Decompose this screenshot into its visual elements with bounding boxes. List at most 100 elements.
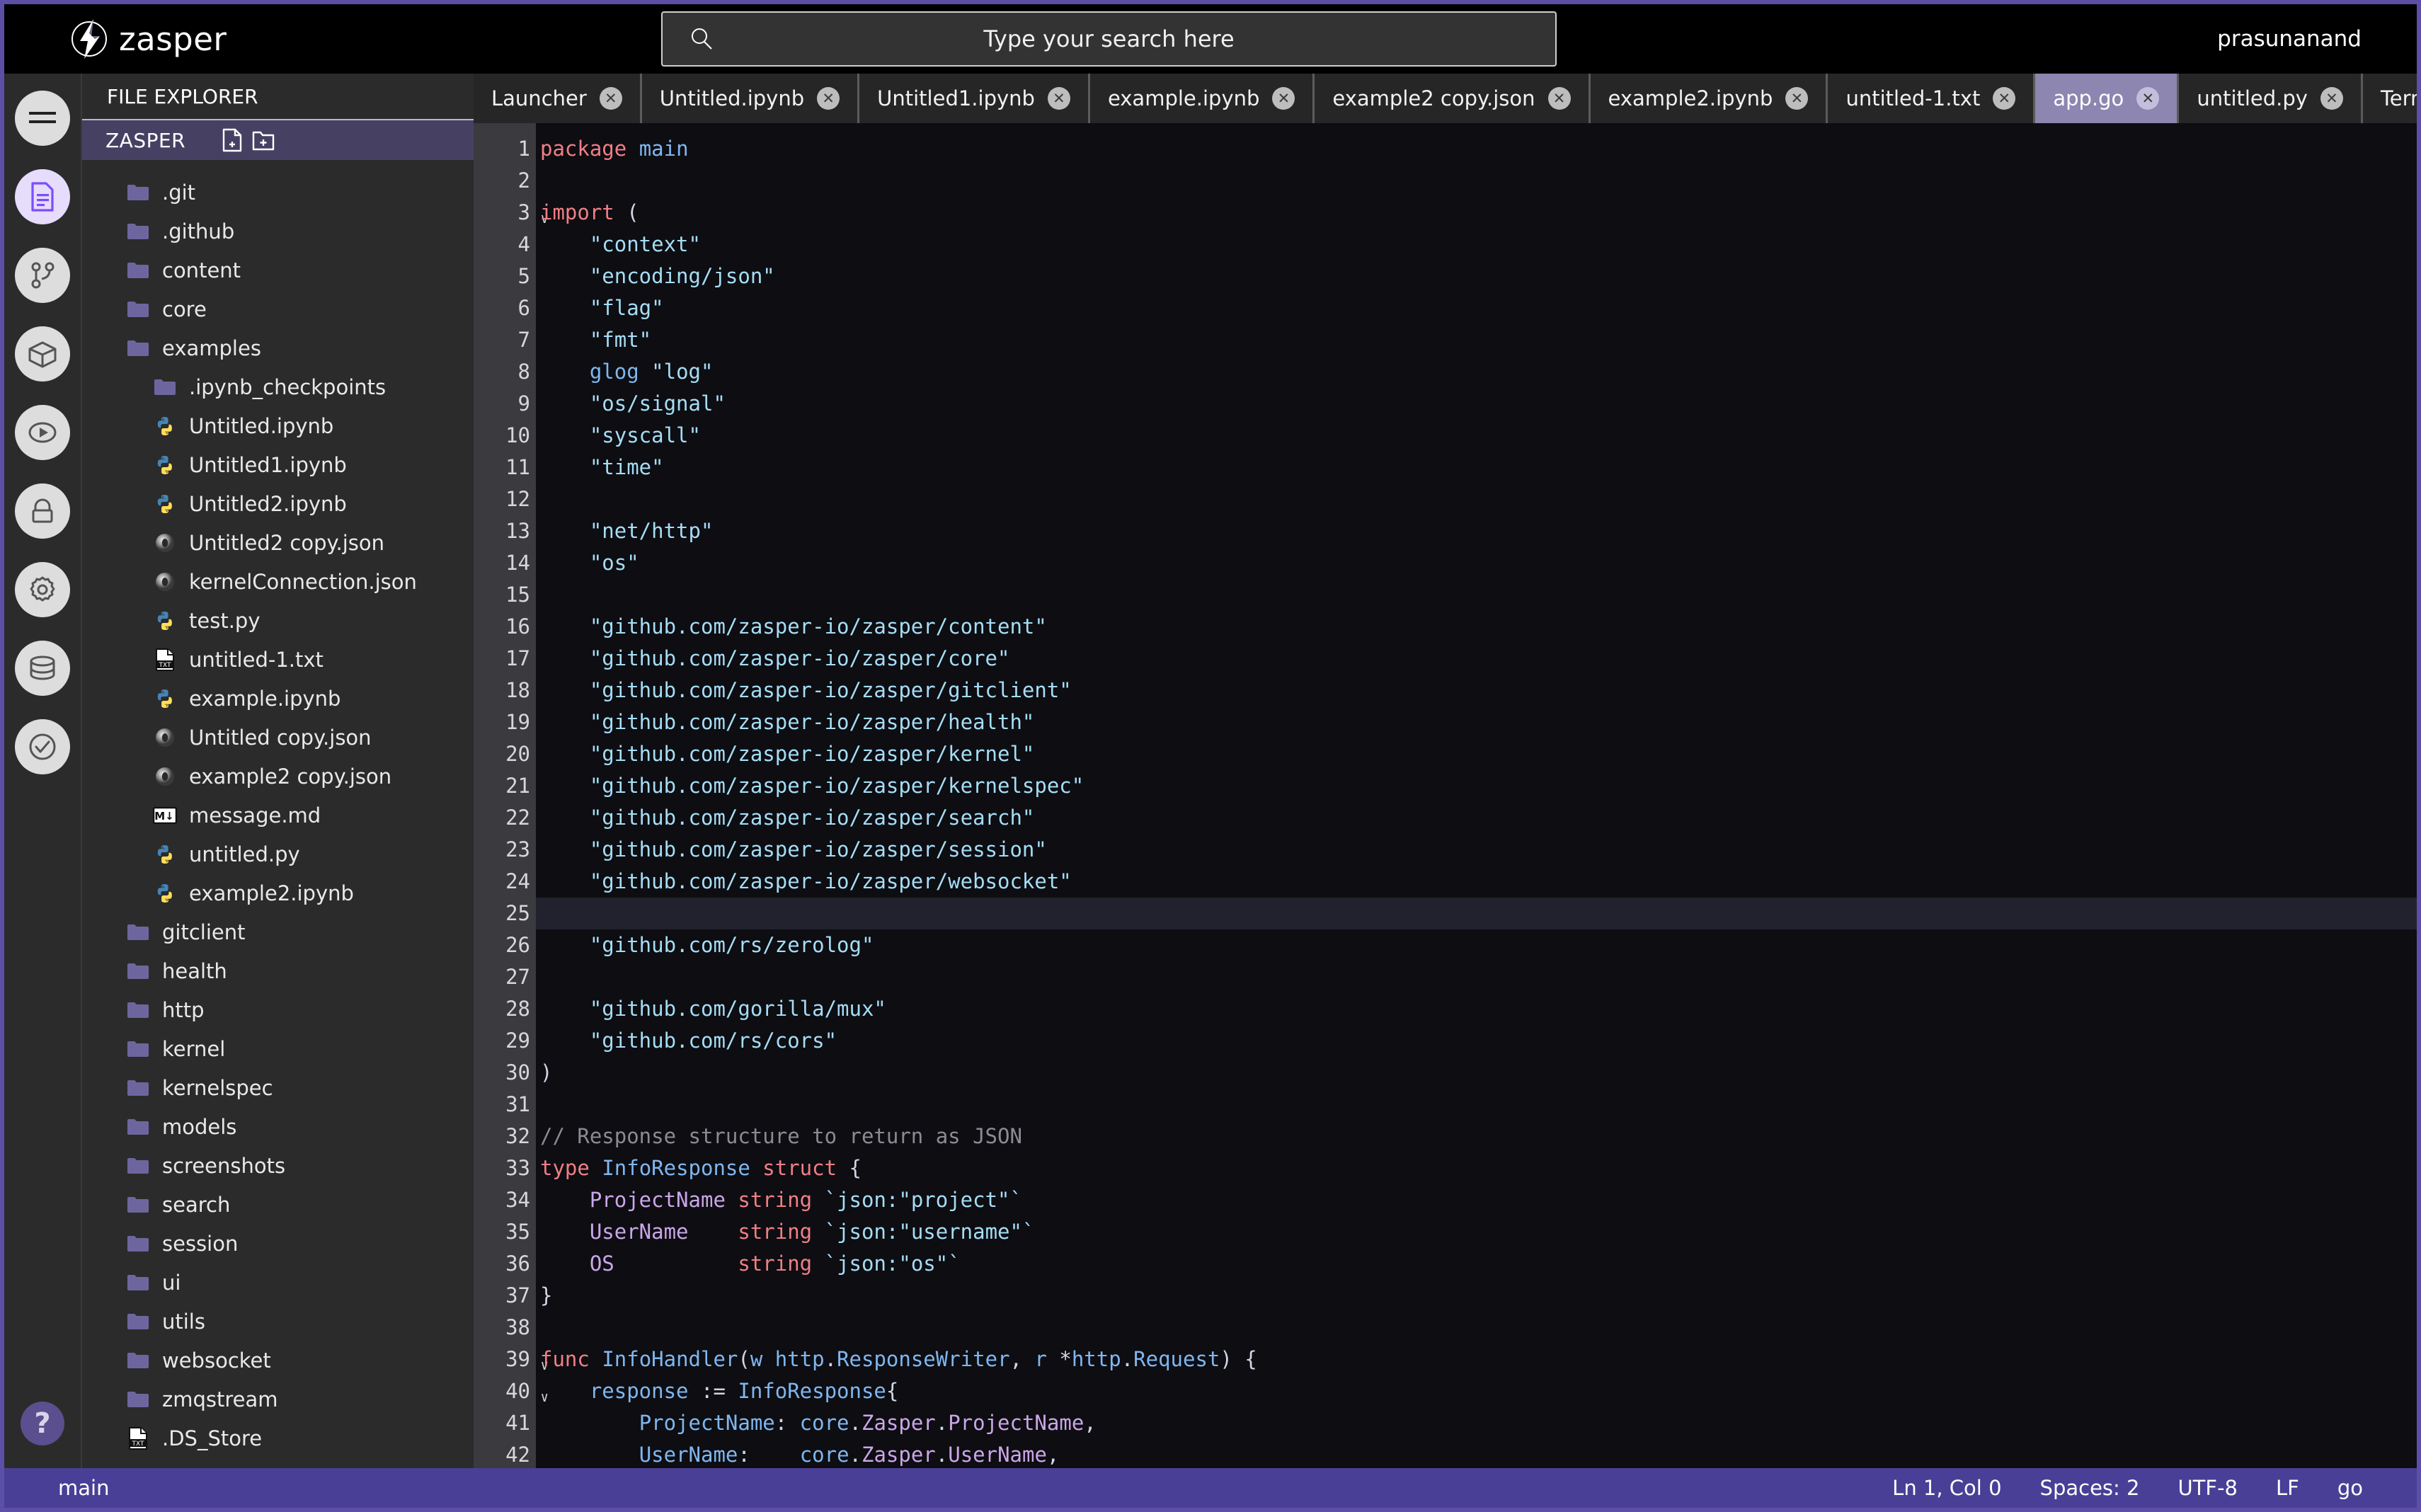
editor-tab[interactable]: Untitled1.ipynb✕ xyxy=(859,74,1090,123)
close-icon[interactable]: ✕ xyxy=(1272,87,1295,110)
tree-folder-row[interactable]: zmqstream xyxy=(82,1380,474,1419)
code-line[interactable]: UserName string `json:"username"` xyxy=(536,1216,2417,1248)
status-line-ending[interactable]: LF xyxy=(2276,1476,2299,1500)
tree-folder-row[interactable]: utils xyxy=(82,1302,474,1341)
search-bar[interactable] xyxy=(661,11,1557,67)
tree-file-row[interactable]: TXT.DS_Store xyxy=(82,1419,474,1457)
sidebar-item-secrets[interactable] xyxy=(15,483,70,539)
sidebar-item-files[interactable] xyxy=(15,169,70,224)
tree-folder-row[interactable]: .github xyxy=(82,212,474,251)
code-line[interactable] xyxy=(536,898,2417,929)
status-indentation[interactable]: Spaces: 2 xyxy=(2040,1476,2140,1500)
close-icon[interactable]: ✕ xyxy=(817,87,840,110)
editor-tab[interactable]: Launcher✕ xyxy=(474,74,642,123)
code-line[interactable] xyxy=(536,579,2417,611)
code-line[interactable]: "encoding/json" xyxy=(536,260,2417,292)
editor-tab-bar[interactable]: Launcher✕Untitled.ipynb✕Untitled1.ipynb✕… xyxy=(474,74,2417,123)
code-line[interactable]: // Response structure to return as JSON xyxy=(536,1121,2417,1152)
tree-folder-row[interactable]: content xyxy=(82,251,474,290)
tree-folder-row[interactable]: ui xyxy=(82,1263,474,1302)
code-line[interactable]: "github.com/zasper-io/zasper/core" xyxy=(536,643,2417,675)
code-line[interactable]: "github.com/zasper-io/zasper/session" xyxy=(536,834,2417,866)
tree-folder-row[interactable]: screenshots xyxy=(82,1146,474,1185)
code-line[interactable]: "github.com/zasper-io/zasper/content" xyxy=(536,611,2417,643)
code-line[interactable]: "github.com/zasper-io/zasper/search" xyxy=(536,802,2417,834)
code-line[interactable]: type InfoResponse struct { xyxy=(536,1152,2417,1184)
code-line[interactable]: "github.com/zasper-io/zasper/kernel" xyxy=(536,738,2417,770)
editor-tab[interactable]: app.go✕ xyxy=(2035,74,2179,123)
help-button[interactable]: ? xyxy=(21,1402,64,1445)
tree-folder-row[interactable]: .ipynb_checkpoints xyxy=(82,367,474,406)
sidebar-item-menu[interactable] xyxy=(15,91,70,146)
explorer-root-row[interactable]: ZASPER xyxy=(82,120,474,160)
tree-file-row[interactable]: test.py xyxy=(82,601,474,640)
code-line[interactable] xyxy=(536,1089,2417,1121)
close-icon[interactable]: ✕ xyxy=(2320,87,2343,110)
tree-file-row[interactable]: TXTuntitled-1.txt xyxy=(82,640,474,679)
tree-file-row[interactable]: example2.ipynb xyxy=(82,874,474,912)
tree-file-row[interactable]: M↓message.md xyxy=(82,796,474,835)
code-line[interactable]: func InfoHandler(w http.ResponseWriter, … xyxy=(536,1344,2417,1375)
tree-folder-row[interactable]: models xyxy=(82,1107,474,1146)
tree-folder-row[interactable]: session xyxy=(82,1224,474,1263)
code-line[interactable] xyxy=(536,1312,2417,1344)
code-line[interactable]: ) xyxy=(536,1057,2417,1089)
code-content[interactable]: package main import ( "context" "encodin… xyxy=(536,123,2417,1468)
editor-tab[interactable]: example2.ipynb✕ xyxy=(1591,74,1828,123)
tree-file-row[interactable]: untitled.py xyxy=(82,835,474,874)
tree-file-row[interactable]: example.ipynb xyxy=(82,679,474,718)
status-branch[interactable]: main xyxy=(58,1476,109,1500)
code-line[interactable]: "fmt" xyxy=(536,324,2417,356)
code-line[interactable] xyxy=(536,961,2417,993)
code-line[interactable]: } xyxy=(536,1280,2417,1312)
editor-tab[interactable]: example.ipynb✕ xyxy=(1090,74,1315,123)
tree-folder-row[interactable]: .git xyxy=(82,173,474,212)
editor-tab[interactable]: untitled.py✕ xyxy=(2179,74,2363,123)
tree-file-row[interactable]: example2 copy.json xyxy=(82,757,474,796)
code-line[interactable]: package main xyxy=(536,133,2417,165)
code-line[interactable]: "context" xyxy=(536,229,2417,260)
code-line[interactable]: response := InfoResponse{ xyxy=(536,1375,2417,1407)
tree-folder-row[interactable]: core xyxy=(82,290,474,328)
editor-tab[interactable]: Untitled.ipynb✕ xyxy=(642,74,859,123)
tree-file-row[interactable]: Untitled.ipynb xyxy=(82,406,474,445)
status-encoding[interactable]: UTF-8 xyxy=(2177,1476,2238,1500)
sidebar-item-settings[interactable] xyxy=(15,562,70,617)
code-line[interactable]: "github.com/zasper-io/zasper/websocket" xyxy=(536,866,2417,898)
close-icon[interactable]: ✕ xyxy=(600,87,622,110)
sidebar-item-git[interactable] xyxy=(15,248,70,303)
user-name[interactable]: prasunanand xyxy=(2217,26,2362,52)
editor-tab[interactable]: Terminal 3✕ xyxy=(2363,74,2417,123)
code-line[interactable]: UserName: core.Zasper.UserName, xyxy=(536,1439,2417,1468)
new-file-icon[interactable] xyxy=(221,128,242,152)
code-line[interactable]: "os/signal" xyxy=(536,388,2417,420)
code-line[interactable] xyxy=(536,483,2417,515)
tree-folder-row[interactable]: kernelspec xyxy=(82,1068,474,1107)
code-line[interactable]: "github.com/zasper-io/zasper/kernelspec" xyxy=(536,770,2417,802)
code-line[interactable]: "github.com/gorilla/mux" xyxy=(536,993,2417,1025)
close-icon[interactable]: ✕ xyxy=(1548,87,1571,110)
code-line[interactable]: "github.com/rs/cors" xyxy=(536,1025,2417,1057)
close-icon[interactable]: ✕ xyxy=(1785,87,1808,110)
sidebar-item-checks[interactable] xyxy=(15,719,70,774)
code-line[interactable]: "github.com/zasper-io/zasper/gitclient" xyxy=(536,675,2417,706)
editor-tab[interactable]: untitled-1.txt✕ xyxy=(1828,74,2035,123)
code-line[interactable]: "github.com/rs/zerolog" xyxy=(536,929,2417,961)
code-line[interactable]: ProjectName: core.Zasper.ProjectName, xyxy=(536,1407,2417,1439)
tree-file-row[interactable]: Untitled2.ipynb xyxy=(82,484,474,523)
code-line[interactable]: "time" xyxy=(536,452,2417,483)
tree-file-row[interactable]: kernelConnection.json xyxy=(82,562,474,601)
code-line[interactable] xyxy=(536,165,2417,197)
tree-folder-row[interactable]: search xyxy=(82,1185,474,1224)
code-line[interactable]: import ( xyxy=(536,197,2417,229)
close-icon[interactable]: ✕ xyxy=(2136,87,2159,110)
code-line[interactable]: "os" xyxy=(536,547,2417,579)
code-line[interactable]: ProjectName string `json:"project"` xyxy=(536,1184,2417,1216)
tree-folder-row[interactable]: websocket xyxy=(82,1341,474,1380)
status-language-mode[interactable]: go xyxy=(2337,1476,2363,1500)
code-editor[interactable]: 123∨456789101112131415161718192021222324… xyxy=(474,123,2417,1468)
close-icon[interactable]: ✕ xyxy=(1993,87,2015,110)
code-line[interactable]: "flag" xyxy=(536,292,2417,324)
sidebar-item-database[interactable] xyxy=(15,641,70,696)
sidebar-item-run[interactable] xyxy=(15,405,70,460)
